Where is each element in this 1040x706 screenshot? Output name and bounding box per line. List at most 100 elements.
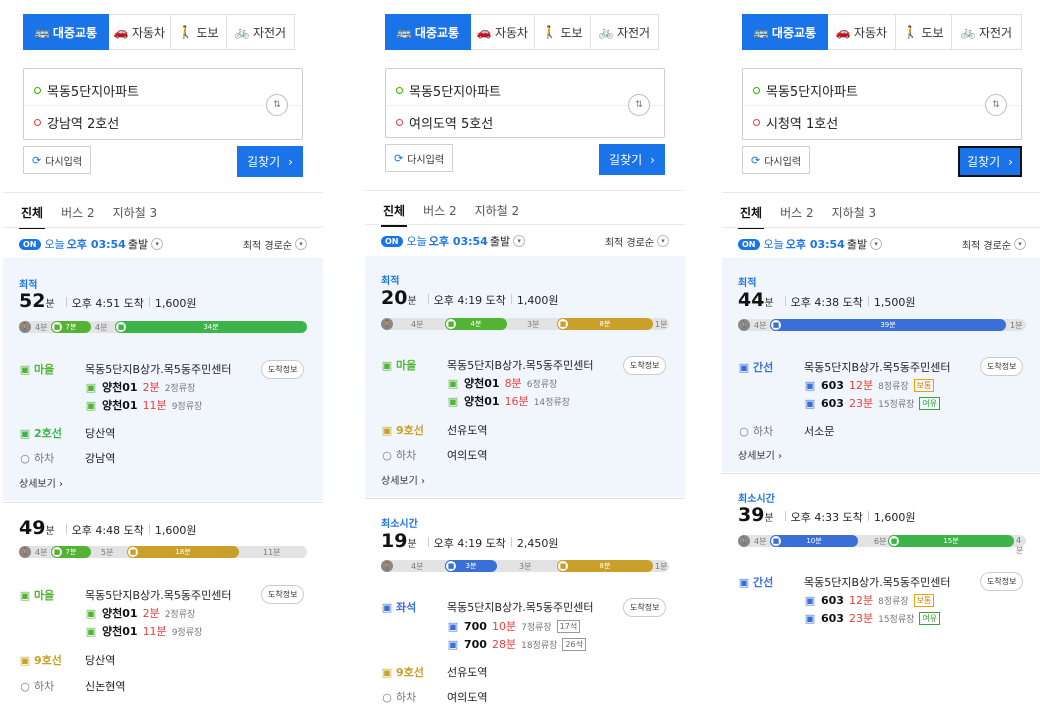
fare: 1,600원 (154, 524, 197, 537)
detail-link[interactable]: 상세보기 › (19, 475, 63, 490)
destination-field[interactable]: 강남역 2호선 (34, 113, 119, 132)
route-card[interactable]: 최소시간 39 분 오후 4:33 도착 1,600원 🚶 4분 10분 ■ 6분… (722, 473, 1040, 650)
transport-mode-tabs: 🚌 대중교통 🚗 자동차 🚶 도보 🚲 자전거 (742, 14, 1022, 50)
bus-icon: ▣ (85, 398, 97, 412)
mode-bike[interactable]: 🚲 자전거 (952, 14, 1022, 50)
route-card[interactable]: 49 분 오후 4:48 도착 1,600원 🚶 4분 7분 ■ 5분 18분 ■… (3, 502, 323, 706)
arrival-info-button[interactable]: 도착정보 (623, 598, 667, 617)
mode-car[interactable]: 🚗 자동차 (471, 14, 535, 50)
destination-field[interactable]: 여의도역 5호선 (396, 113, 493, 132)
swap-icon[interactable]: ⇅ (985, 94, 1007, 116)
chevron-down-icon[interactable]: ▾ (151, 238, 164, 250)
tab-all[interactable]: 진체 (381, 200, 408, 227)
bus-icon: ▣ (804, 611, 816, 625)
arrival-info-button[interactable]: 도착정보 (980, 357, 1024, 376)
tab-subway[interactable]: 지하철 3 (830, 202, 879, 229)
mode-car[interactable]: 🚗 자동차 (109, 14, 171, 50)
mode-transit[interactable]: 🚌 대중교통 (742, 14, 828, 50)
bus-arrival-line: ▣ 603 23분 15정류장 여유 (804, 395, 941, 411)
search-route-button[interactable]: 길찾기 › (958, 146, 1022, 177)
arrival-info-button[interactable]: 도착정보 (261, 585, 305, 604)
detail-link[interactable]: 상세보기 › (738, 447, 782, 462)
route-card[interactable]: 최적 20 분 오후 4:19 도착 1,400원 🚶 4분 4분 ■ 3분 8분… (365, 256, 685, 497)
arrival-info-button[interactable]: 도착정보 (980, 572, 1024, 591)
chevron-right-icon: › (650, 152, 655, 167)
tab-bus[interactable]: 버스 2 (421, 200, 459, 227)
mode-walk[interactable]: 🚶 도보 (535, 14, 591, 50)
subway-icon: ■ (557, 318, 569, 330)
route-card[interactable]: 최소시간 19 분 오후 4:19 도착 2,450원 🚶 4분 3분 ■ 3분 … (365, 498, 685, 706)
sort-select[interactable]: 최적 경로순 ▾ (605, 234, 669, 249)
route-step: ▣ 9호선 선유도역 (381, 665, 488, 680)
on-badge[interactable]: ON (19, 238, 41, 250)
route-input-box: 목동5단지아파트 강남역 2호선 ⇅ (23, 68, 303, 140)
mode-transit[interactable]: 🚌 대중교통 (385, 14, 471, 50)
subway-segment: 8분 (557, 318, 653, 330)
route-minutes: 52 (19, 290, 46, 312)
route-tag: 최적 (19, 280, 38, 291)
tab-subway[interactable]: 지하철 3 (111, 202, 160, 229)
walk-icon: 🚶 (381, 560, 393, 572)
mode-car[interactable]: 🚗 자동차 (828, 14, 896, 50)
bus-icon: ■ (445, 318, 457, 330)
arrival-info-button[interactable]: 도착정보 (623, 356, 667, 375)
bus-arrival-line: ▣ 603 23분 15정류장 여유 (804, 610, 941, 626)
detail-link[interactable]: 상세보기 › (381, 472, 425, 487)
tab-all[interactable]: 진체 (738, 202, 765, 229)
walk-icon: 🚶 (177, 25, 193, 39)
bus-icon: ▣ (447, 637, 459, 651)
route-timeline-bar: 🚶 4분 7분 ■ 4분 34분 ■ (19, 321, 307, 333)
route-step: ▣ 2호선 당산역 (19, 426, 116, 441)
mode-transit[interactable]: 🚌 대중교통 (23, 14, 109, 50)
seat-badge: 17석 (556, 619, 581, 633)
bus-arrival-line: ▣ 700 10분 7정류장 17석 (447, 618, 581, 634)
mode-walk[interactable]: 🚶 도보 (896, 14, 952, 50)
arrival-info-button[interactable]: 도착정보 (261, 360, 305, 379)
reset-button[interactable]: ⟳ 다시입력 (742, 146, 811, 174)
route-panel-3: 🚌 대중교통 🚗 자동차 🚶 도보 🚲 자전거 목동5단지아파트 시청역 1호선 ⇅ ⟳… (722, 0, 1040, 650)
sort-select[interactable]: 최적 경로순 ▾ (962, 237, 1026, 252)
tab-bus[interactable]: 버스 2 (778, 202, 816, 229)
route-summary: 19 분 오후 4:19 도착 2,450원 (381, 530, 559, 552)
origin-field[interactable]: 목동5단지아파트 (753, 81, 858, 100)
route-panel-1: 🚌 대중교통 🚗 자동차 🚶 도보 🚲 자전거 목동5단지아파트 강남역 2호선 ⇅ ⟳… (3, 0, 323, 706)
swap-icon[interactable]: ⇅ (266, 94, 288, 116)
bicycle-icon: 🚲 (598, 25, 614, 39)
departure-time[interactable]: 오후 03:54 (429, 233, 488, 249)
sort-select[interactable]: 최적 경로순 ▾ (243, 237, 307, 252)
tab-all[interactable]: 진체 (19, 202, 46, 229)
route-summary: 39 분 오후 4:33 도착 1,600원 (738, 504, 916, 526)
origin-field[interactable]: 목동5단지아파트 (34, 81, 139, 100)
divider (722, 227, 1040, 228)
chevron-right-icon: › (778, 451, 782, 462)
mode-bike[interactable]: 🚲 자전거 (591, 14, 659, 50)
chevron-down-icon[interactable]: ▾ (513, 235, 526, 247)
destination-field[interactable]: 시청역 1호선 (753, 113, 838, 132)
tab-bus[interactable]: 버스 2 (59, 202, 97, 229)
mode-bike[interactable]: 🚲 자전거 (227, 14, 295, 50)
search-route-button[interactable]: 길찾기 › (237, 146, 303, 177)
departure-time[interactable]: 오후 03:54 (786, 236, 845, 252)
route-card[interactable]: 최적 52 분 오후 4:51 도착 1,600원 🚶 4분 7분 ■ 4분 34… (3, 258, 323, 501)
bus-icon: ■ (445, 560, 457, 572)
origin-field[interactable]: 목동5단지아파트 (396, 81, 501, 100)
route-card[interactable]: 최적 44 분 오후 4:38 도착 1,500원 🚶 4분 39분 ■ 1분 ▣… (722, 258, 1040, 472)
departure-row: ON 오늘 오후 03:54 출발 ▾ 최적 경로순 ▾ (738, 234, 1026, 254)
mode-walk[interactable]: 🚶 도보 (171, 14, 227, 50)
reset-button[interactable]: ⟳ 다시입력 (23, 146, 92, 174)
bus-icon: ▣ (804, 378, 816, 392)
route-step: ○ 하차 여의도역 (382, 690, 488, 705)
swap-icon[interactable]: ⇅ (628, 94, 650, 116)
on-badge[interactable]: ON (738, 238, 760, 250)
route-minutes: 49 (19, 517, 46, 539)
bus-icon: ▣ (447, 376, 459, 390)
search-route-button[interactable]: 길찾기 › (599, 144, 665, 175)
tab-subway[interactable]: 지하철 2 (473, 200, 522, 227)
destination-dot-icon (396, 119, 403, 126)
on-badge[interactable]: ON (381, 235, 403, 247)
chevron-down-icon[interactable]: ▾ (870, 238, 883, 250)
reset-button[interactable]: ⟳ 다시입력 (385, 144, 454, 172)
route-tag: 최소시간 (738, 494, 775, 505)
departure-time[interactable]: 오후 03:54 (67, 236, 126, 252)
subway-icon: ▣ (19, 653, 31, 667)
